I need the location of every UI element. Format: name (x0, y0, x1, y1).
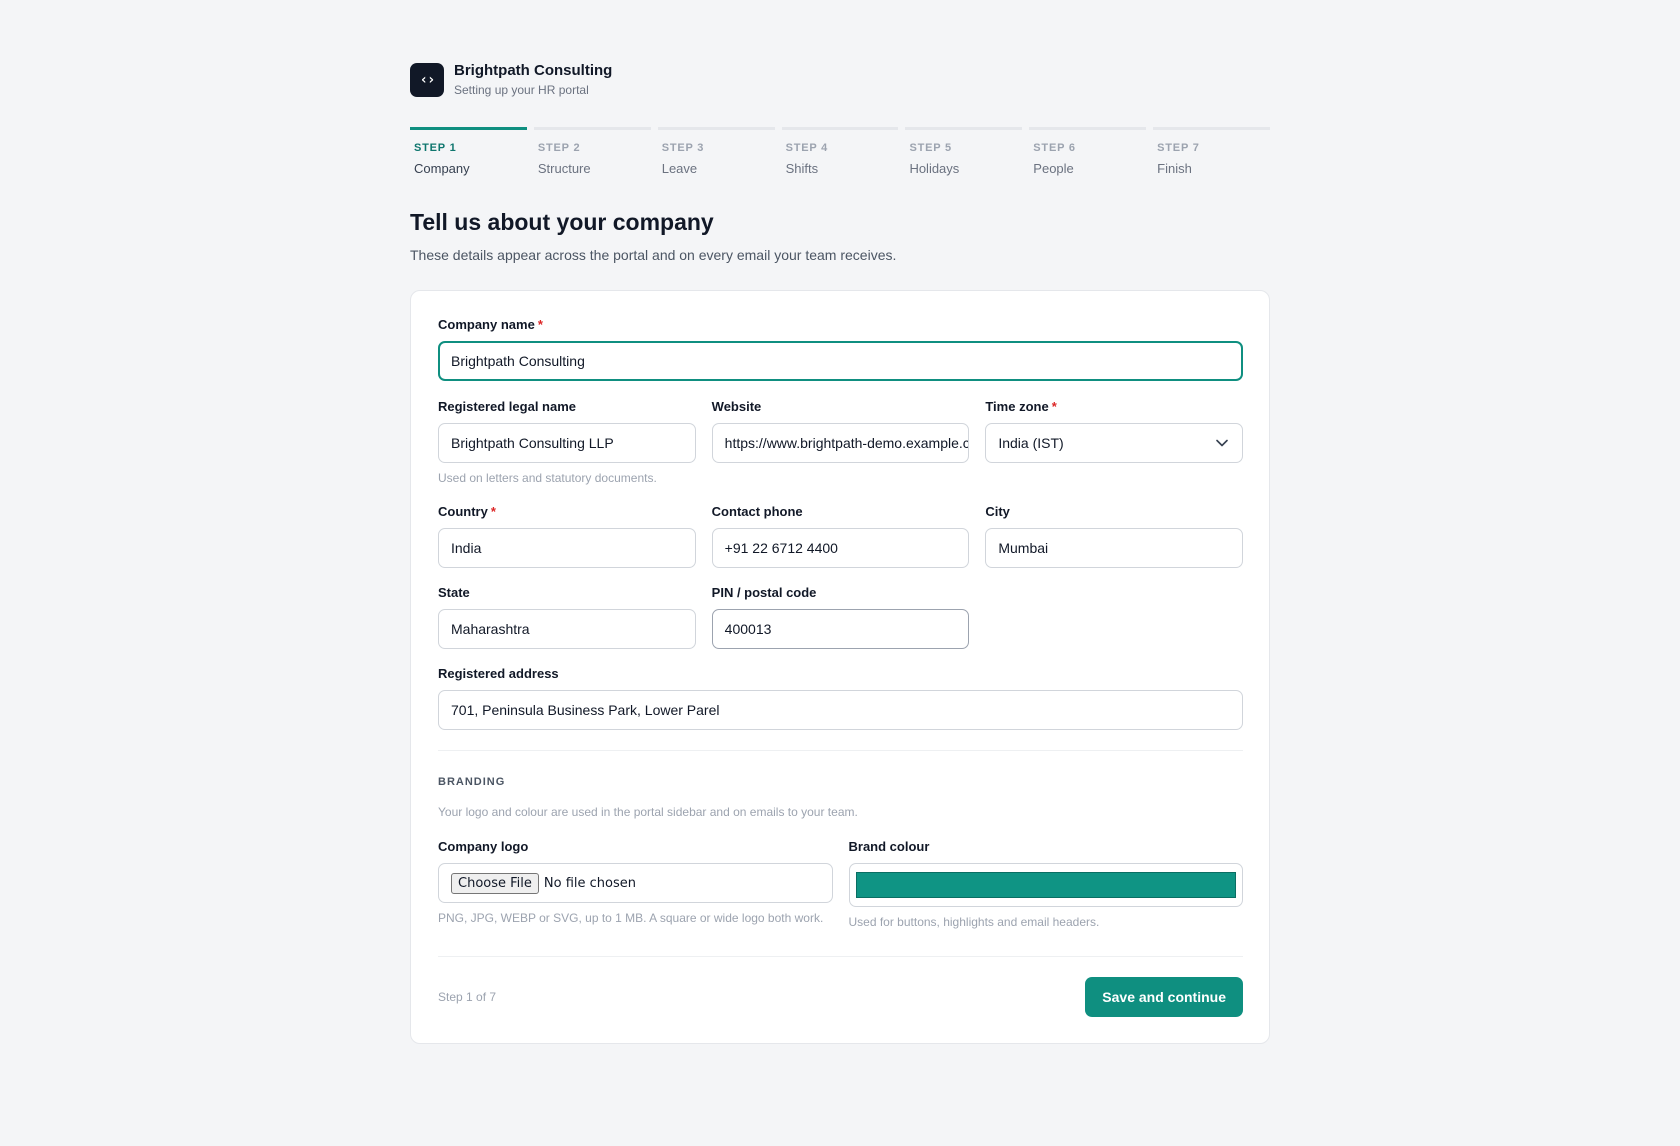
company-details-card: Company name * Brightpath Consulting Regi… (410, 290, 1270, 1044)
phone-field: Contact phone +91 22 6712 4400 (711, 504, 970, 568)
brand-header: ‹› Brightpath Consulting Setting up your… (410, 62, 1270, 97)
brand-colour-field: Brand colour Used for buttons, highlight… (848, 839, 1243, 929)
company-name-field: Company name * Brightpath Consulting (438, 317, 1243, 381)
step-number: STEP 2 (537, 142, 581, 154)
company-name-input[interactable]: Brightpath Consulting (438, 341, 1243, 381)
logo-field: Company logo Choose File No file chosen … (438, 839, 833, 929)
required-marker: * (537, 317, 543, 332)
step-number: STEP 6 (1033, 142, 1076, 154)
branding-section-title: BRANDING (438, 776, 506, 788)
step-holidays[interactable]: STEP 5 Holidays (905, 127, 1023, 179)
country-field: Country * India (438, 504, 696, 568)
timezone-label: Time zone * (985, 399, 1057, 414)
step-shifts[interactable]: STEP 4 Shifts (781, 127, 899, 179)
phone-label: Contact phone (711, 504, 803, 519)
brand-colour-hint: Used for buttons, highlights and email h… (848, 915, 1100, 929)
step-label: Company (414, 161, 470, 176)
step-leave[interactable]: STEP 3 Leave (657, 127, 775, 179)
step-number: STEP 3 (661, 142, 705, 154)
company-name-label: Company name * (438, 317, 543, 332)
logo-hint: PNG, JPG, WEBP or SVG, up to 1 MB. A squ… (438, 911, 824, 925)
website-field: Website https://www.brightpath-demo.exam… (711, 399, 970, 485)
step-people[interactable]: STEP 6 People (1029, 127, 1147, 179)
step-progress-text: Step 1 of 7 (438, 990, 497, 1004)
required-marker: * (1051, 399, 1057, 414)
step-structure[interactable]: STEP 2 Structure (533, 127, 651, 179)
pin-input[interactable]: 400013 (711, 609, 970, 649)
website-input[interactable]: https://www.brightpath-demo.example.com (711, 423, 970, 463)
brand-colour-label: Brand colour (848, 839, 930, 854)
step-number: STEP 4 (785, 142, 829, 154)
setup-wizard: ‹› Brightpath Consulting Setting up your… (410, 62, 1271, 1044)
address-input[interactable]: 701, Peninsula Business Park, Lower Pare… (438, 690, 1243, 730)
city-input[interactable]: Mumbai (985, 528, 1244, 568)
step-label: Finish (1157, 161, 1192, 176)
step-number: STEP 7 (1157, 142, 1200, 154)
progress-stepper: STEP 1 Company STEP 2 Structure STEP 3 L… (410, 127, 1271, 179)
state-field: State Maharashtra (438, 585, 696, 649)
state-label: State (438, 585, 470, 600)
city-field: City Mumbai (985, 504, 1244, 568)
step-finish[interactable]: STEP 7 Finish (1153, 127, 1271, 179)
logo-file-input[interactable]: Choose File No file chosen (438, 863, 833, 903)
website-label: Website (711, 399, 762, 414)
logo-label: Company logo (438, 839, 529, 854)
city-label: City (985, 504, 1010, 519)
step-label: People (1033, 161, 1074, 176)
address-field: Registered address 701, Peninsula Busine… (438, 666, 1243, 730)
legal-name-input[interactable]: Brightpath Consulting LLP (438, 423, 696, 463)
step-label: Structure (537, 161, 591, 176)
step-label: Shifts (785, 161, 819, 176)
pin-label: PIN / postal code (711, 585, 817, 600)
choose-file-button[interactable]: Choose File (451, 872, 539, 894)
required-marker: * (490, 504, 496, 519)
legal-name-field: Registered legal name Brightpath Consult… (438, 399, 696, 485)
state-row: State Maharashtra PIN / postal code 4000… (438, 585, 1243, 649)
location-row: Country * India Contact phone +91 22 6712… (438, 504, 1244, 568)
legal-name-hint: Used on letters and statutory documents. (438, 471, 657, 485)
timezone-value: India (IST) (998, 435, 1064, 451)
step-number: STEP 1 (414, 142, 457, 154)
company-brand-name: Brightpath Consulting (454, 62, 613, 79)
step-label: Leave (661, 161, 698, 176)
phone-input[interactable]: +91 22 6712 4400 (711, 528, 970, 568)
address-label: Registered address (438, 666, 559, 681)
file-status: No file chosen (543, 875, 636, 891)
save-and-continue-button[interactable]: Save and continue (1085, 977, 1243, 1017)
step-number: STEP 5 (909, 142, 952, 154)
step-label: Holidays (909, 161, 960, 176)
chevron-down-icon (1214, 435, 1230, 451)
page-description: These details appear across the portal a… (410, 247, 897, 263)
page-title: Tell us about your company (410, 209, 714, 235)
legal-row: Registered legal name Brightpath Consult… (438, 399, 1244, 485)
timezone-select[interactable]: India (IST) (985, 423, 1244, 463)
brand-subtitle: Setting up your HR portal (454, 83, 589, 97)
country-input[interactable]: India (438, 528, 696, 568)
colour-swatch (855, 872, 1236, 898)
timezone-field: Time zone * India (IST) (985, 399, 1244, 485)
branding-row: Company logo Choose File No file chosen … (438, 839, 1243, 929)
brand-colour-picker[interactable] (848, 863, 1243, 907)
code-brackets-icon: ‹› (410, 62, 444, 97)
state-input[interactable]: Maharashtra (438, 609, 696, 649)
card-footer: Step 1 of 7 Save and continue (438, 957, 1243, 1017)
pin-field: PIN / postal code 400013 (711, 585, 970, 649)
legal-name-label: Registered legal name (438, 399, 576, 414)
branding-description: Your logo and colour are used in the por… (438, 805, 858, 819)
country-label: Country * (438, 504, 496, 519)
section-divider (438, 750, 1243, 751)
step-company[interactable]: STEP 1 Company (410, 127, 527, 179)
